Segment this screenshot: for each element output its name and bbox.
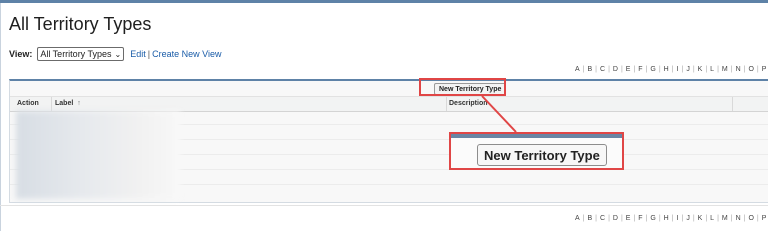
column-divider [51,97,52,111]
alphabet-filter-top: A | B | C | D | E | F | G | H | I | J | K | L | M | N | O | P [572,66,768,73]
left-border [0,3,1,231]
redacted-content [16,111,181,199]
callout-new-territory-type-button[interactable]: New Territory Type [477,144,607,166]
view-select[interactable]: All Territory Types ⌄ [37,47,125,61]
alpha-letter-c[interactable]: C [597,66,608,73]
alpha-letter-e[interactable]: E [623,66,634,73]
alpha-letter-o[interactable]: O [745,66,756,73]
alpha-letter-n[interactable]: N [733,215,744,222]
alphabet-filter-bottom: A | B | C | D | E | F | G | H | I | J | K | L | M | N | O | P [572,215,768,222]
alpha-letter-l[interactable]: L [707,215,717,222]
alpha-letter-m[interactable]: M [719,66,731,73]
alpha-letter-b[interactable]: B [585,215,596,222]
callout-topbar [451,134,622,138]
column-divider [446,97,447,111]
view-select-value: All Territory Types [40,49,112,59]
column-divider [732,97,733,111]
alpha-letter-e[interactable]: E [623,215,634,222]
alpha-letter-k[interactable]: K [695,215,706,222]
top-border [0,0,768,3]
page-title: All Territory Types [9,14,152,34]
alpha-letter-h[interactable]: H [661,66,672,73]
alpha-letter-i[interactable]: I [674,66,682,73]
alpha-letter-a[interactable]: A [572,215,583,222]
alpha-letter-d[interactable]: D [610,66,621,73]
view-label: View: [9,49,33,59]
column-header-label-text: Label [55,100,74,107]
alpha-letter-f[interactable]: F [635,66,645,73]
alpha-letter-f[interactable]: F [635,215,645,222]
list-header-row: Action Label ↑ Description [10,96,768,112]
link-separator: | [147,49,151,59]
highlight-box-small [419,78,506,96]
territory-type-list: New Territory Type Action Label ↑ Descrip… [9,79,768,203]
column-header-description: Description [449,100,488,107]
list-divider [0,205,768,206]
alpha-letter-k[interactable]: K [695,66,706,73]
sort-ascending-icon: ↑ [77,100,81,107]
alpha-letter-c[interactable]: C [597,215,608,222]
alpha-letter-b[interactable]: B [585,66,596,73]
edit-view-link[interactable]: Edit [130,49,146,59]
alpha-letter-g[interactable]: G [647,66,658,73]
callout-zoom-box: New Territory Type [449,132,624,170]
alpha-letter-j[interactable]: J [683,215,693,222]
list-rows [10,111,768,199]
alpha-letter-l[interactable]: L [707,66,717,73]
column-header-label[interactable]: Label ↑ [55,100,81,107]
alpha-letter-p[interactable]: P [759,66,768,73]
alpha-letter-j[interactable]: J [683,66,693,73]
view-bar: View: All Territory Types ⌄ Edit | Creat… [9,47,221,61]
create-new-view-link[interactable]: Create New View [152,49,221,59]
column-header-action: Action [17,100,39,107]
alpha-letter-a[interactable]: A [572,66,583,73]
alpha-letter-n[interactable]: N [733,66,744,73]
alpha-letter-i[interactable]: I [674,215,682,222]
alpha-letter-o[interactable]: O [745,215,756,222]
alpha-letter-m[interactable]: M [719,215,731,222]
alpha-letter-p[interactable]: P [759,215,768,222]
alpha-letter-g[interactable]: G [647,215,658,222]
alpha-letter-h[interactable]: H [661,215,672,222]
chevron-down-icon: ⌄ [114,49,122,59]
list-button-row: New Territory Type [10,81,768,96]
alpha-letter-d[interactable]: D [610,215,621,222]
